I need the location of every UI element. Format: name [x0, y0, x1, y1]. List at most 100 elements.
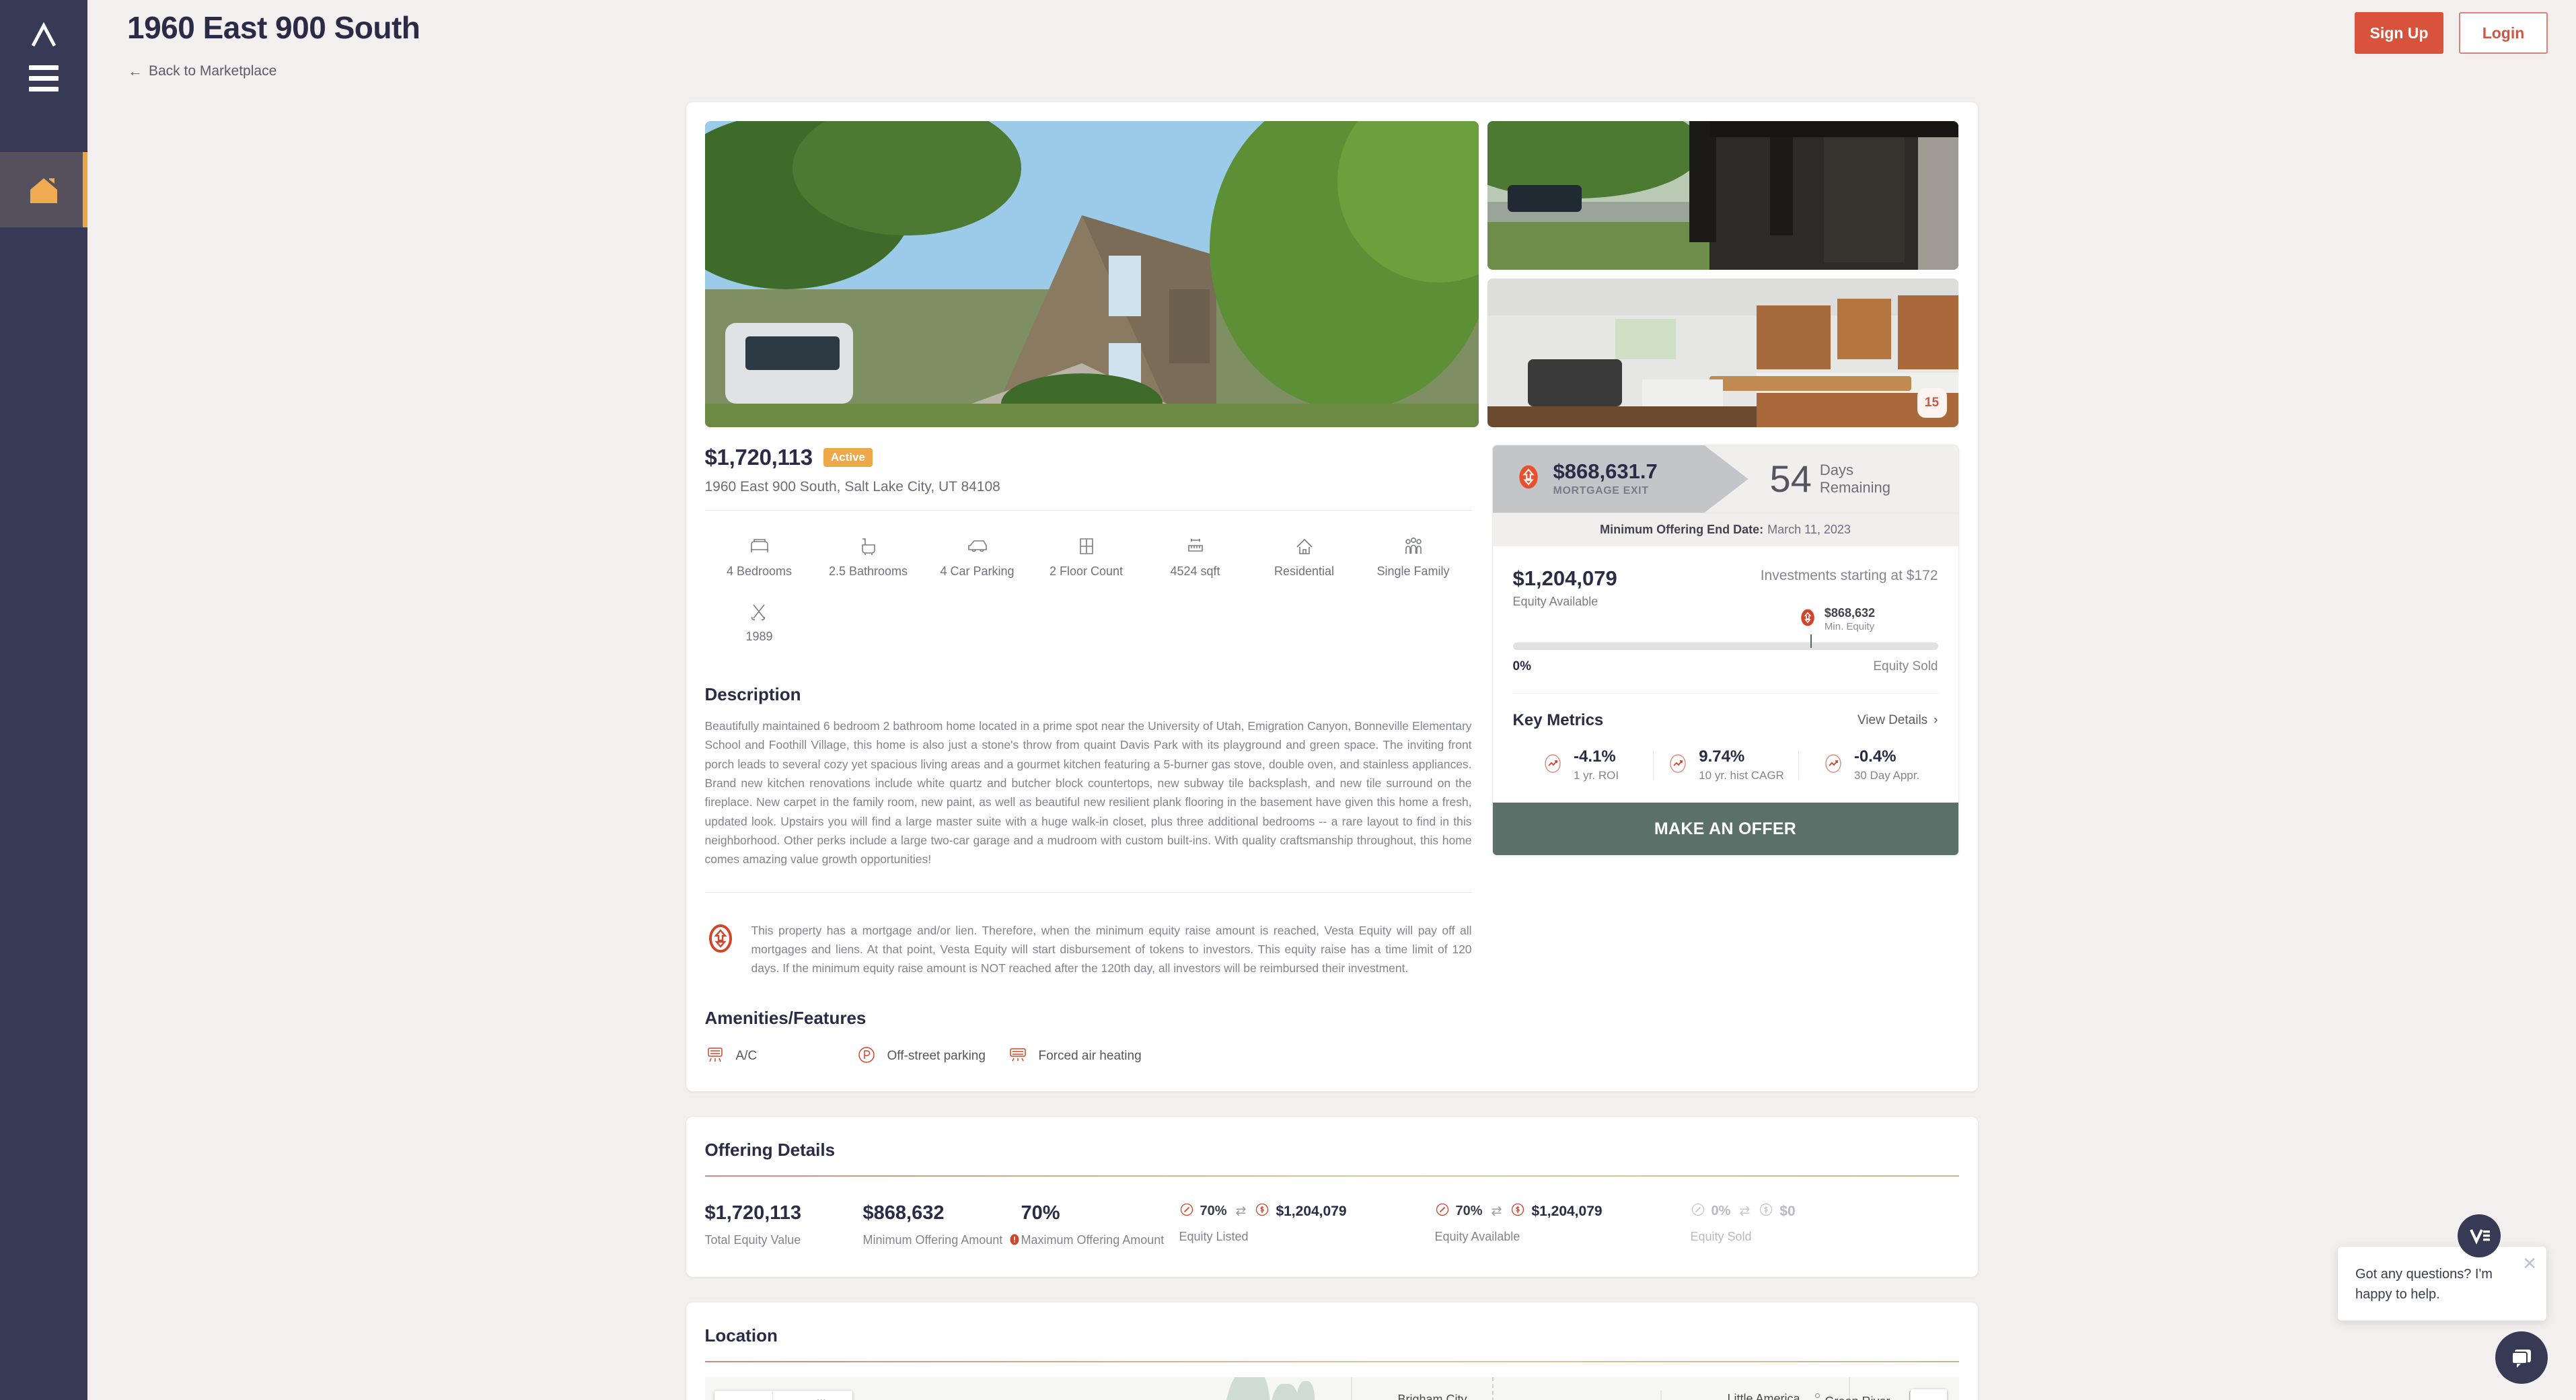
amenity-item: Forced air heating [1008, 1045, 1159, 1068]
equity-progress-labels: 0% Equity Sold [1513, 659, 1938, 674]
fact-year-built: 1989 [705, 593, 814, 644]
chat-greeting-bubble[interactable]: ✕ Got any questions? I'm happy to help. [2338, 1247, 2546, 1321]
map-label: Brigham City [1397, 1392, 1467, 1400]
equals-arrow-icon: ⇄ [1739, 1204, 1751, 1219]
description-body: Beautifully maintained 6 bedroom 2 bathr… [704, 719, 1472, 867]
close-icon[interactable]: ✕ [2522, 1255, 2537, 1272]
od-equity-listed: 70% ⇄ $1,204,079 Equity Listed [1179, 1202, 1435, 1250]
gallery-main-photo[interactable] [704, 121, 1479, 427]
days-label-line2: Remaining [1819, 479, 1891, 496]
fact-label: Residential [1274, 564, 1335, 578]
view-details-link[interactable]: View Details › [1857, 713, 1938, 728]
offering-details-row: $1,720,113 Total Equity Value $868,632 M… [705, 1177, 1959, 1250]
home-icon [30, 178, 57, 203]
min-equity-amount: $868,632 [1824, 606, 1875, 620]
fact-label: 4 Bedrooms [726, 564, 793, 578]
percent-circle-icon [1179, 1202, 1194, 1221]
od-label: Equity Sold [1690, 1229, 1752, 1243]
fact-label: 2 Floor Count [1049, 564, 1124, 578]
trend-up-icon [1666, 752, 1689, 778]
days-remaining-number: 54 [1769, 457, 1812, 500]
od-pct-group: 70% [1179, 1202, 1227, 1221]
od-pair: 70% ⇄ $1,204,079 [1179, 1202, 1435, 1221]
map-water-shape [1269, 1383, 1301, 1400]
od-equity-available: 70% ⇄ $1,204,079 Equity Available [1435, 1202, 1691, 1250]
map-city-dot [1814, 1393, 1820, 1398]
mortgage-notice: This property has a mortgage and/or lien… [705, 921, 1472, 978]
map-tab-satellite[interactable]: Satellite [772, 1390, 853, 1400]
metric-value: -0.4% [1853, 747, 1897, 766]
chat-avatar [2458, 1214, 2501, 1257]
equity-progress-bar[interactable] [1512, 642, 1938, 650]
vesta-logo-icon [2470, 1229, 2490, 1245]
fact-parking: 4 Car Parking [923, 528, 1032, 579]
offer-panel: $868,631.7 MORTGAGE EXIT 54 Days Remaini… [1492, 445, 1959, 856]
trend-up-icon [1822, 752, 1845, 778]
dollar-circle-icon [1510, 1202, 1525, 1221]
mortgage-exit-strip: $868,631.7 MORTGAGE EXIT 54 Days Remaini… [1492, 445, 1958, 513]
amenities-list: A/C Off-street parking Forced air heatin… [705, 1045, 1472, 1068]
metric-value: 9.74% [1699, 747, 1745, 766]
od-pct-group: 70% [1435, 1202, 1483, 1221]
photo-gallery: 15 [686, 102, 1978, 427]
amenities-section: Amenities/Features A/C Off-street parkin… [705, 1008, 1472, 1068]
mortgage-exit-icon [1798, 607, 1818, 631]
ruler-icon [1184, 528, 1207, 556]
property-detail-row: $1,720,113 Active 1960 East 900 South, S… [686, 427, 1978, 1091]
amenity-label: A/C [735, 1049, 758, 1064]
map-fullscreen-button[interactable] [1910, 1389, 1947, 1400]
gallery-thumbnails: 15 [1487, 121, 1958, 427]
hamburger-menu-icon[interactable] [26, 65, 61, 91]
metric-label: 10 yr. hist CAGR [1699, 769, 1784, 782]
map-road-vertical [1660, 1390, 1662, 1400]
property-facts: 4 Bedrooms 2.5 Bathrooms 4 Car Parking 2… [705, 511, 1472, 659]
fact-bathrooms: 2.5 Bathrooms [814, 528, 923, 579]
metric-label: 1 yr. ROI [1574, 769, 1619, 782]
map-type-toggle[interactable]: Map Satellite [714, 1390, 853, 1400]
end-date-label: Minimum Offering End Date: [1600, 523, 1764, 536]
od-pct-group: 0% [1691, 1202, 1730, 1221]
od-value: 70% [1021, 1202, 1060, 1224]
od-pct: 70% [1455, 1204, 1483, 1219]
equity-sold-label: Equity Sold [1873, 659, 1938, 673]
fact-label: 4 Car Parking [940, 564, 1015, 578]
amenity-item: Off-street parking [856, 1045, 1008, 1068]
make-an-offer-button[interactable]: MAKE AN OFFER [1492, 803, 1958, 855]
key-metrics-header: Key Metrics View Details › [1493, 694, 1958, 730]
property-address: 1960 East 900 South, Salt Lake City, UT … [704, 479, 1000, 494]
min-offering-end-date: Minimum Offering End Date: March 11, 2023 [1492, 513, 1958, 546]
mortgage-notice-text: This property has a mortgage and/or lien… [751, 923, 1472, 975]
chat-launcher-button[interactable] [2495, 1331, 2548, 1384]
od-pair: 70% ⇄ $1,204,079 [1435, 1202, 1691, 1221]
info-icon[interactable] [1009, 1232, 1020, 1250]
equals-arrow-icon: ⇄ [1491, 1204, 1502, 1219]
sidebar-item-marketplace[interactable] [0, 152, 87, 227]
status-badge: Active [823, 447, 873, 468]
od-equity-sold: 0% ⇄ $0 Equity Sold [1691, 1202, 1946, 1250]
amenity-item: A/C [705, 1045, 856, 1068]
description-section: Description Beautifully maintained 6 bed… [705, 684, 1472, 869]
location-card: Location Map Satellite [686, 1302, 1978, 1400]
fact-label: 2.5 Bathrooms [828, 564, 908, 578]
min-equity-marker: $868,632 Min. Equity [1798, 606, 1875, 632]
back-to-marketplace-link[interactable]: ← Back to Marketplace [128, 63, 277, 79]
dollar-circle-icon [1255, 1202, 1269, 1221]
fact-bedrooms: 4 Bedrooms [705, 528, 814, 579]
map-tab-map[interactable]: Map [714, 1391, 772, 1400]
sidebar-nav [0, 152, 87, 227]
gallery-thumb-1[interactable] [1487, 121, 1958, 270]
fact-type: Residential [1250, 528, 1359, 579]
vesta-chevron-logo-icon[interactable] [20, 17, 67, 56]
page-title: 1960 East 900 South [127, 10, 420, 45]
od-amount: $0 [1779, 1203, 1796, 1219]
gallery-thumb-2[interactable]: 15 [1487, 279, 1958, 427]
sign-up-button[interactable]: Sign Up [2355, 12, 2443, 54]
od-label: Equity Available [1434, 1229, 1520, 1243]
login-button[interactable]: Login [2459, 12, 2548, 54]
parking-p-icon [856, 1045, 877, 1068]
od-value: $1,720,113 [704, 1202, 802, 1224]
equity-sold-pct: 0% [1512, 659, 1532, 673]
photo-count-badge[interactable]: 15 [1917, 388, 1947, 418]
map-canvas[interactable]: Map Satellite Montello Wells Welcome Oas… [704, 1376, 1959, 1400]
metric-1yr-roi: -4.1% 1 yr. ROI [1508, 747, 1653, 782]
